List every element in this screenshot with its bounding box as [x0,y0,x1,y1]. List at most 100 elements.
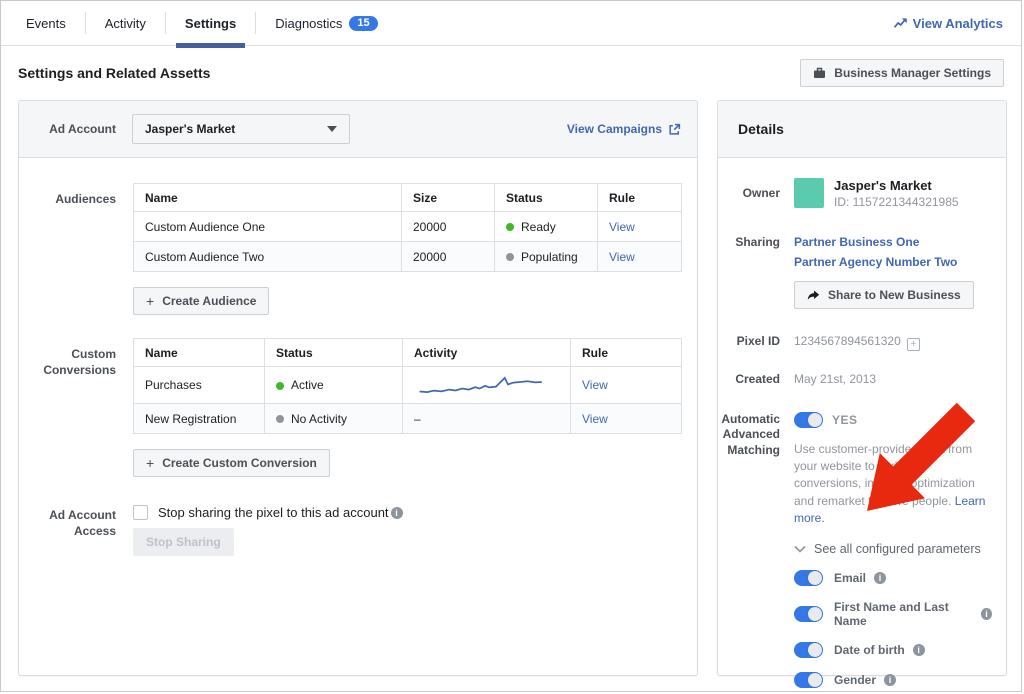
pixel-settings-body: Audiences Name Size Status Rule Custom A… [19,158,697,556]
parameter-row-email: Email i [794,570,992,586]
ad-account-header: Ad Account Jasper's Market View Campaign… [19,101,697,158]
info-icon[interactable]: i [913,644,925,656]
plus-icon: + [146,296,154,306]
partner-agency-link[interactable]: Partner Agency Number Two [794,252,992,272]
ad-account-dropdown[interactable]: Jasper's Market [132,114,350,144]
parameter-row-birthdate: Date of birth i [794,642,992,658]
info-icon[interactable]: i [391,507,403,519]
tab-diagnostics[interactable]: Diagnostics 15 [256,1,396,45]
aam-description: Use customer-provided data from your web… [794,441,992,528]
top-nav: Events Activity Settings Diagnostics 15 … [1,1,1021,46]
view-audience-link[interactable]: View [609,220,635,234]
info-icon[interactable]: i [884,674,896,686]
custom-conversions-section: Custom Conversions Name Status Activity … [19,338,682,477]
audience-size: 20000 [402,242,495,272]
sharing-row: Sharing Partner Business One Partner Age… [718,232,992,309]
briefcase-icon [813,67,826,79]
owner-name: Jasper's Market [834,178,959,193]
diagnostics-count-badge: 15 [349,16,377,31]
conversion-name: New Registration [134,404,265,434]
view-conversion-link[interactable]: View [582,412,608,426]
view-analytics-link[interactable]: View Analytics [894,1,1021,45]
view-conversion-link[interactable]: View [582,378,608,392]
tab-activity[interactable]: Activity [86,1,165,45]
view-campaigns-link[interactable]: View Campaigns [567,122,681,136]
activity-sparkline [414,373,554,397]
details-header: Details [718,101,1006,158]
conversion-status: No Activity [265,404,403,434]
table-row: New Registration No Activity – View [134,404,682,434]
share-to-new-business-button[interactable]: Share to New Business [794,281,974,309]
table-row: Purchases Active View [134,367,682,404]
ad-account-access-label: Ad Account Access [19,499,116,556]
pixel-id-label: Pixel ID [718,334,780,351]
pixel-id-row: Pixel ID 1234567894561320 [718,334,992,351]
parameter-row-gender: Gender i [794,672,992,688]
email-toggle[interactable] [794,570,823,586]
ad-account-label: Ad Account [35,122,116,136]
owner-id: ID: 1157221344321985 [834,195,959,209]
conversion-name: Purchases [134,367,265,404]
partner-business-link[interactable]: Partner Business One [794,232,992,252]
conversion-activity: – [403,404,571,434]
details-card: Details Owner Jasper's Market ID: 115722… [717,100,1007,676]
status-dot [506,223,514,231]
page-header: Settings and Related Assetts Business Ma… [1,46,1021,100]
owner-avatar [794,178,824,208]
caret-down-icon [327,126,337,132]
status-dot [276,415,284,423]
business-manager-settings-button[interactable]: Business Manager Settings [800,59,1004,87]
tab-events[interactable]: Events [7,1,85,45]
active-tab-underline [176,43,245,48]
trend-arrow-icon [894,17,907,29]
info-icon[interactable]: i [874,572,886,584]
plus-icon: + [146,458,154,468]
page-title: Settings and Related Assetts [18,65,210,81]
gender-toggle[interactable] [794,672,823,688]
name-toggle[interactable] [794,606,823,622]
stop-sharing-checkbox-label: Stop sharing the pixel to this ad accoun… [158,505,389,520]
created-row: Created May 21st, 2013 [718,372,992,388]
ad-account-access-section: Ad Account Access Stop sharing the pixel… [19,499,682,556]
copy-icon[interactable] [907,338,920,351]
create-audience-button[interactable]: + Create Audience [133,287,269,315]
audience-name: Custom Audience Two [134,242,402,272]
aam-toggle-state: YES [832,413,858,427]
stop-sharing-button[interactable]: Stop Sharing [133,528,234,556]
conversion-status: Active [265,367,403,404]
audience-status: Ready [495,212,598,242]
status-dot [276,382,284,390]
audience-name: Custom Audience One [134,212,402,242]
view-audience-link[interactable]: View [609,250,635,264]
tab-settings[interactable]: Settings [166,1,255,45]
info-icon[interactable]: i [981,608,992,620]
aam-toggle[interactable] [794,412,823,428]
audience-status: Populating [495,242,598,272]
pixel-id-value: 1234567894561320 [794,334,901,348]
status-dot [506,253,514,261]
audiences-label: Audiences [19,183,116,315]
created-label: Created [718,372,780,388]
table-header-row: Name Status Activity Rule [134,339,682,367]
table-row: Custom Audience One 20000 Ready View [134,212,682,242]
created-value: May 21st, 2013 [794,372,876,386]
aam-label: Automatic Advanced Matching [718,412,780,692]
events-manager-page: Events Activity Settings Diagnostics 15 … [0,0,1022,692]
parameter-row-name: First Name and Last Name i [794,600,992,628]
owner-row: Owner Jasper's Market ID: 11572213443219… [718,178,992,209]
share-arrow-icon [807,290,820,301]
stop-sharing-checkbox[interactable] [133,505,148,520]
conversion-activity [403,367,571,404]
custom-conversions-label: Custom Conversions [19,338,116,477]
chevron-down-icon [794,545,806,553]
see-all-parameters-toggle[interactable]: See all configured parameters [794,542,992,556]
pixel-settings-card: Ad Account Jasper's Market View Campaign… [18,100,698,676]
automatic-advanced-matching-row: Automatic Advanced Matching YES Use cust… [718,412,992,692]
details-title: Details [738,121,784,137]
audience-size: 20000 [402,212,495,242]
create-custom-conversion-button[interactable]: + Create Custom Conversion [133,449,330,477]
birthdate-toggle[interactable] [794,642,823,658]
table-header-row: Name Size Status Rule [134,184,682,212]
owner-label: Owner [718,178,780,209]
sharing-label: Sharing [718,232,780,309]
